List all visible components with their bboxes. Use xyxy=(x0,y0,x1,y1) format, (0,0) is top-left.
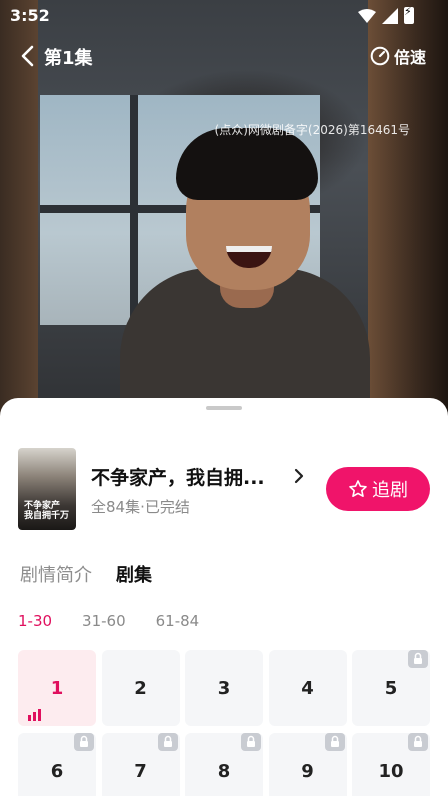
episode-tile[interactable]: 9 xyxy=(268,733,347,796)
episode-number: 9 xyxy=(301,760,314,782)
episode-tile[interactable]: 4 xyxy=(268,650,347,726)
now-playing-bars-icon xyxy=(28,705,42,721)
episode-tile[interactable]: 10 xyxy=(352,733,430,796)
episode-number: 4 xyxy=(301,677,314,699)
lock-icon xyxy=(157,733,178,751)
tab-synopsis[interactable]: 剧情简介 xyxy=(20,561,92,587)
episode-number: 8 xyxy=(217,760,231,782)
sheet-tabs: 剧情简介 剧集 xyxy=(20,561,152,587)
episode-number: 3 xyxy=(217,677,231,699)
star-icon xyxy=(349,480,367,497)
status-bar: 3:52 xyxy=(0,0,448,30)
follow-drama-button[interactable]: 追剧 xyxy=(326,467,430,511)
lock-icon xyxy=(241,733,261,751)
status-icons xyxy=(358,5,414,24)
range-1-30[interactable]: 1-30 xyxy=(18,612,52,630)
sheet-drag-handle[interactable] xyxy=(206,406,242,410)
range-61-84[interactable]: 61-84 xyxy=(156,612,200,630)
playback-speed-button[interactable]: 倍速 xyxy=(370,44,426,68)
episode-tile[interactable]: 3 xyxy=(185,650,263,726)
speed-label: 倍速 xyxy=(393,48,426,67)
episode-sheet: 不争家产 我自拥千万 不争家产，我自拥... 全84集·已完结 追剧 剧情简介 剧… xyxy=(0,398,448,796)
lock-icon xyxy=(324,733,345,751)
episode-number: 6 xyxy=(50,760,64,782)
episode-tile[interactable]: 1 xyxy=(18,650,96,726)
episode-number: 7 xyxy=(134,760,147,782)
episode-number: 10 xyxy=(378,760,404,782)
poster-title-art: 不争家产 我自拥千万 xyxy=(24,501,70,522)
follow-label: 追剧 xyxy=(372,480,408,501)
lock-icon xyxy=(408,650,428,668)
episode-tile[interactable]: 6 xyxy=(18,733,96,796)
back-arrow-icon[interactable] xyxy=(18,44,38,68)
battery-icon xyxy=(404,5,414,24)
status-time: 3:52 xyxy=(10,6,50,25)
drama-meta: 全84集·已完结 xyxy=(91,498,190,516)
top-nav: 第1集 倍速 xyxy=(0,38,448,74)
episode-number: 5 xyxy=(384,677,398,699)
drama-info: 不争家产 我自拥千万 不争家产，我自拥... 全84集·已完结 追剧 xyxy=(18,448,430,530)
episode-tile[interactable]: 7 xyxy=(101,733,180,796)
chevron-right-icon[interactable] xyxy=(292,466,306,486)
video-frame-hair xyxy=(176,128,318,200)
episode-range-selector: 1-30 31-60 61-84 xyxy=(18,612,199,630)
signal-icon xyxy=(382,7,398,24)
episode-number: 1 xyxy=(50,677,64,699)
wifi-icon xyxy=(358,8,376,23)
episode-title: 第1集 xyxy=(44,48,93,69)
episode-tile[interactable]: 8 xyxy=(185,733,263,796)
drama-title[interactable]: 不争家产，我自拥... xyxy=(91,463,289,490)
lock-icon xyxy=(408,733,428,751)
episode-tile[interactable]: 5 xyxy=(352,650,430,726)
lock-icon xyxy=(74,733,94,751)
tab-episodes[interactable]: 剧集 xyxy=(116,561,152,587)
range-31-60[interactable]: 31-60 xyxy=(82,612,126,630)
license-watermark: (点众)网微剧备字(2026)第16461号 xyxy=(214,123,410,137)
episode-tile[interactable]: 2 xyxy=(101,650,180,726)
episode-number: 2 xyxy=(134,677,147,699)
speed-gauge-icon xyxy=(370,46,390,66)
drama-poster[interactable]: 不争家产 我自拥千万 xyxy=(18,448,76,530)
